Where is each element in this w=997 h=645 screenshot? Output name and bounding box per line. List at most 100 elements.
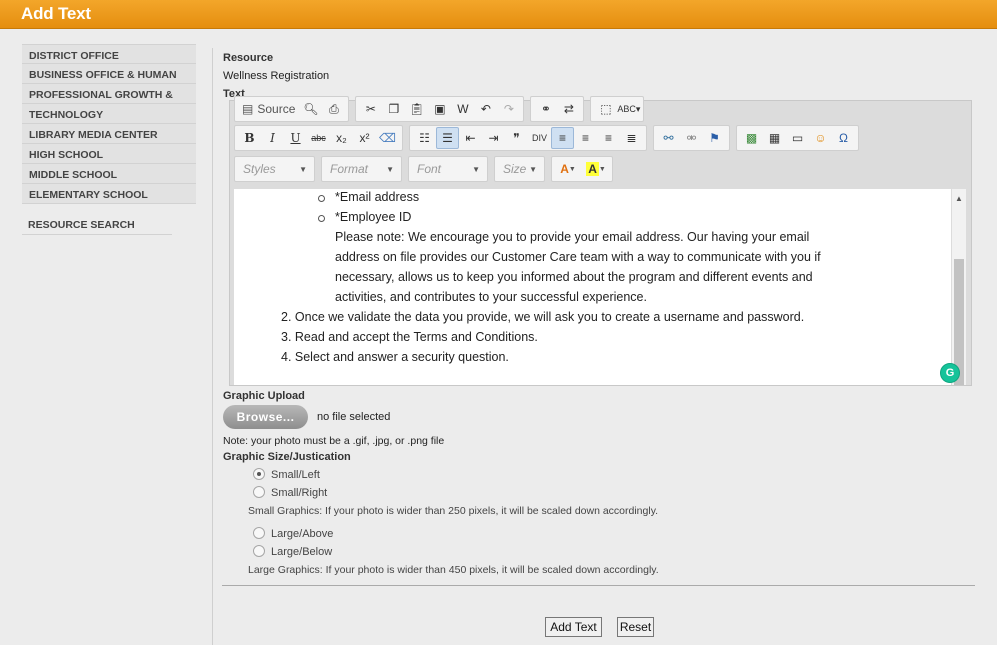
sidebar-item-library-media-center[interactable]: LIBRARY MEDIA CENTER: [22, 124, 196, 144]
horizontal-line-icon[interactable]: ▭: [786, 127, 809, 149]
source-button[interactable]: ▤ Source: [238, 102, 299, 116]
toolbar-row-1: ▤ Source 🔍︎ ⎙ ✂ ❐ 📋︎ ▣ W ↶ ↷ ⚭ ⇄ ⬚ ABC▾: [234, 96, 645, 122]
italic-icon[interactable]: I: [261, 127, 284, 149]
toolbar-group-insert: ▩ ▦ ▭ ☺ Ω: [736, 125, 859, 151]
note-line: Please note: We encourage you to provide…: [335, 230, 810, 244]
radio-label-large-below: Large/Below: [271, 546, 333, 558]
bullet-marker: [318, 195, 325, 202]
replace-icon[interactable]: ⇄: [557, 98, 580, 120]
source-icon: ▤: [242, 102, 254, 116]
select-all-icon[interactable]: ⬚: [594, 98, 617, 120]
table-icon[interactable]: ▦: [763, 127, 786, 149]
chevron-down-icon: ▼: [386, 164, 394, 174]
numbered-list-icon[interactable]: ☷: [413, 127, 436, 149]
form-divider: [222, 585, 975, 586]
scroll-up-icon[interactable]: ▲: [955, 194, 963, 203]
align-left-icon[interactable]: ≡: [551, 127, 574, 149]
title-bar: Add Text: [0, 0, 997, 29]
indent-icon[interactable]: ⇥: [482, 127, 505, 149]
superscript-icon[interactable]: x²: [353, 127, 376, 149]
page-title: Add Text: [21, 4, 91, 23]
sidebar-item-professional-growth[interactable]: PROFESSIONAL GROWTH &: [22, 84, 196, 104]
outdent-icon[interactable]: ⇤: [459, 127, 482, 149]
list-item: 3. Read and accept the Terms and Conditi…: [281, 330, 538, 344]
align-center-icon[interactable]: ≡: [574, 127, 597, 149]
radio-label-large-above: Large/Above: [271, 528, 334, 540]
image-icon[interactable]: ▩: [740, 127, 763, 149]
styles-label: Styles: [243, 162, 276, 176]
align-right-icon[interactable]: ≡: [597, 127, 620, 149]
vertical-divider: [212, 48, 213, 645]
resource-value: Wellness Registration: [223, 70, 330, 82]
justify-icon[interactable]: ≣: [620, 127, 643, 149]
link-icon[interactable]: ⚯: [657, 127, 680, 149]
strikethrough-icon[interactable]: abc: [307, 127, 330, 149]
small-graphics-note: Small Graphics: If your photo is wider t…: [248, 505, 659, 517]
bold-icon[interactable]: B: [238, 127, 261, 149]
blockquote-icon[interactable]: ❞: [505, 127, 528, 149]
special-char-icon[interactable]: Ω: [832, 127, 855, 149]
editor-content[interactable]: *Email address *Employee ID Please note:…: [234, 189, 951, 385]
copy-icon[interactable]: ❐: [382, 98, 405, 120]
sidebar-item-elementary-school[interactable]: ELEMENTARY SCHOOL: [22, 184, 196, 204]
sidebar: DISTRICT OFFICE BUSINESS OFFICE & HUMAN …: [22, 44, 196, 235]
subscript-icon[interactable]: x₂: [330, 127, 353, 149]
anchor-flag-icon[interactable]: ⚑: [703, 127, 726, 149]
list-item: *Email address: [335, 190, 420, 204]
sidebar-item-middle-school[interactable]: MIDDLE SCHOOL: [22, 164, 196, 184]
remove-format-icon[interactable]: ⌫: [376, 127, 399, 149]
find-icon[interactable]: ⚭: [534, 98, 557, 120]
bulleted-list-icon[interactable]: ☰: [436, 127, 459, 149]
file-status: no file selected: [317, 411, 391, 423]
undo-icon[interactable]: ↶: [474, 98, 497, 120]
paste-icon[interactable]: 📋︎: [405, 98, 428, 120]
format-label: Format: [330, 162, 369, 176]
styles-dropdown[interactable]: Styles ▼: [234, 156, 315, 182]
font-dropdown[interactable]: Font ▼: [408, 156, 488, 182]
large-graphics-note: Large Graphics: If your photo is wider t…: [248, 564, 659, 576]
radio-small-left[interactable]: [253, 468, 265, 480]
sidebar-item-resource-search[interactable]: RESOURCE SEARCH: [22, 215, 172, 235]
paste-text-icon[interactable]: ▣: [428, 98, 451, 120]
format-dropdown[interactable]: Format ▼: [321, 156, 402, 182]
add-text-button[interactable]: Add Text: [545, 617, 602, 637]
radio-large-above[interactable]: [253, 527, 265, 539]
sidebar-item-business-office[interactable]: BUSINESS OFFICE & HUMAN: [22, 64, 196, 84]
unlink-icon[interactable]: ⚮: [680, 127, 703, 149]
redo-icon[interactable]: ↷: [497, 98, 520, 120]
size-dropdown[interactable]: Size ▼: [494, 156, 545, 182]
sidebar-item-high-school[interactable]: HIGH SCHOOL: [22, 144, 196, 164]
list-item: 4. Select and answer a security question…: [281, 350, 509, 364]
list-item: 2. Once we validate the data you provide…: [281, 310, 805, 324]
font-label: Font: [417, 162, 442, 176]
chevron-down-icon: ▼: [529, 164, 537, 174]
spellcheck-icon[interactable]: ABC▾: [617, 98, 640, 120]
resource-label: Resource: [223, 52, 274, 64]
print-icon[interactable]: ⎙: [322, 98, 345, 120]
underline-icon[interactable]: U: [284, 127, 307, 149]
chevron-down-icon: ▼: [472, 164, 480, 174]
sidebar-item-technology[interactable]: TECHNOLOGY: [22, 104, 196, 124]
graphic-size-label: Graphic Size/Justication: [223, 451, 351, 463]
toolbar-group-paragraph: ☷ ☰ ⇤ ⇥ ❞ DIV ≡ ≡ ≡ ≣: [409, 125, 647, 151]
cut-icon[interactable]: ✂: [359, 98, 382, 120]
note-line: activities, and contributes to your succ…: [335, 290, 647, 304]
text-color-icon[interactable]: A ▼: [554, 158, 582, 180]
toolbar-group-find: ⚭ ⇄: [530, 96, 585, 122]
preview-icon[interactable]: 🔍︎: [299, 98, 322, 120]
paste-word-icon[interactable]: W: [451, 98, 474, 120]
sidebar-item-district-office[interactable]: DISTRICT OFFICE: [22, 44, 196, 64]
chevron-down-icon: ▼: [299, 164, 307, 174]
toolbar-group-colors: A ▼ A ▼: [551, 156, 613, 182]
grammarly-icon[interactable]: G: [940, 363, 960, 383]
smiley-icon[interactable]: ☺: [809, 127, 832, 149]
radio-large-below[interactable]: [253, 545, 265, 557]
radio-small-right[interactable]: [253, 486, 265, 498]
reset-button[interactable]: Reset: [617, 617, 654, 637]
background-color-icon[interactable]: A ▼: [582, 158, 610, 180]
browse-button[interactable]: Browse...: [223, 405, 308, 429]
toolbar-row-2: B I U abc x₂ x² ⌫ ☷ ☰ ⇤ ⇥ ❞ DIV ≡ ≡ ≡ ≣ …: [234, 125, 859, 151]
div-container-icon[interactable]: DIV: [528, 127, 551, 149]
radio-label-small-right: Small/Right: [271, 487, 328, 499]
editor-scrollbar[interactable]: ▲: [952, 189, 966, 385]
